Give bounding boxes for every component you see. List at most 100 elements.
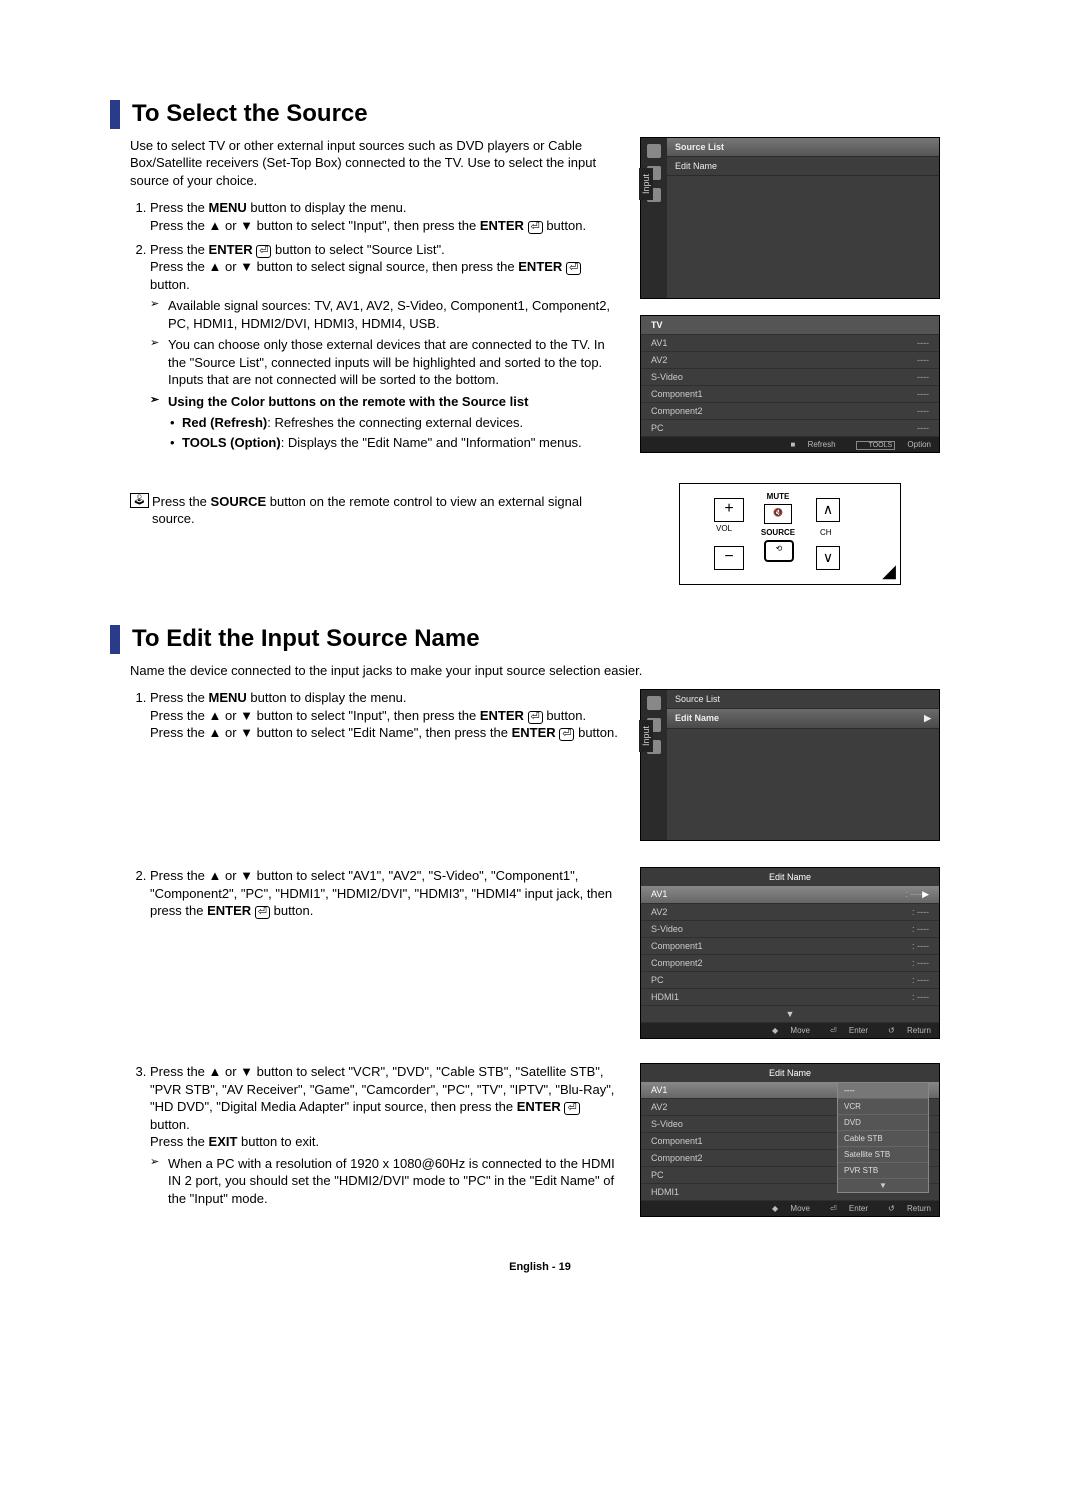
icon-column xyxy=(641,690,667,840)
mute-label: MUTE xyxy=(760,492,796,502)
step-2: Press the ▲ or ▼ button to select "AV1",… xyxy=(150,867,620,920)
list-item[interactable]: AV1: ----▶ xyxy=(641,886,939,904)
panel-title: Edit Name xyxy=(641,868,939,886)
list-item[interactable]: Component2: ---- xyxy=(641,955,939,972)
section-heading: To Edit the Input Source Name xyxy=(110,625,970,654)
remote-corner: ◢ xyxy=(882,561,896,582)
exit-label: EXIT xyxy=(209,1134,238,1149)
text: button to display the menu. xyxy=(247,200,407,215)
list-item[interactable]: AV2: ---- xyxy=(641,904,939,921)
enter-icon: ⏎ xyxy=(256,245,271,258)
note: Using the Color buttons on the remote wi… xyxy=(150,393,620,411)
list-item[interactable]: AV2---- xyxy=(641,352,939,369)
vol-up-button[interactable]: + xyxy=(714,498,744,522)
vol-down-button[interactable]: − xyxy=(714,546,744,570)
text: Press the ▲ or ▼ button to select "Input… xyxy=(150,218,480,233)
menu-item[interactable]: Edit Name▶ xyxy=(667,709,939,729)
vol-label: VOL xyxy=(716,524,732,533)
text: : Refreshes the connecting external devi… xyxy=(267,415,523,430)
footer-bar: ■ Refresh TOOLS Option xyxy=(641,437,939,452)
enter-icon: ⏎ xyxy=(564,1102,579,1115)
text: Press the ▲ or ▼ button to select signal… xyxy=(150,259,518,274)
source-label: SOURCE xyxy=(758,528,798,538)
source-button[interactable]: ⟲ xyxy=(764,540,794,562)
chevron-right-icon: ▶ xyxy=(924,713,931,724)
enter-label: ENTER xyxy=(518,259,562,274)
page-footer: English - 19 xyxy=(110,1261,970,1273)
label: TV xyxy=(651,320,929,330)
list-item[interactable]: HDMI1: ---- xyxy=(641,989,939,1006)
edit-name-popup-screenshot: Edit Name AV1AV2S-VideoComponent1Compone… xyxy=(640,1063,940,1217)
text: Press the xyxy=(150,242,209,257)
tools-hint: TOOLS Option xyxy=(846,440,931,449)
note: When a PC with a resolution of 1920 x 10… xyxy=(150,1155,620,1208)
tab-label: Input xyxy=(639,168,653,200)
text: Press the ▲ or ▼ button to select "Edit … xyxy=(150,725,512,740)
menu-item[interactable]: Source List xyxy=(667,690,939,709)
ch-up-button[interactable]: ∧ xyxy=(816,498,840,522)
popup-option[interactable]: VCR xyxy=(838,1099,928,1115)
list-item[interactable]: PC---- xyxy=(641,420,939,437)
menu-item[interactable]: Source List xyxy=(667,138,939,157)
text: Press the xyxy=(150,690,209,705)
note: You can choose only those external devic… xyxy=(150,336,620,389)
ch-down-button[interactable]: ∨ xyxy=(816,546,840,570)
bullet: TOOLS (Option): Displays the "Edit Name"… xyxy=(168,434,620,452)
remote-note: 🕹 Press the SOURCE button on the remote … xyxy=(130,493,620,528)
enter-icon: ⏎ xyxy=(528,711,543,724)
list-item[interactable]: Component1: ---- xyxy=(641,938,939,955)
enter-label: ENTER xyxy=(517,1099,561,1114)
enter-icon: ⏎ xyxy=(255,906,270,919)
note: Available signal sources: TV, AV1, AV2, … xyxy=(150,297,620,332)
return-hint: ↺ Return xyxy=(878,1204,931,1213)
intro-text: Use to select TV or other external input… xyxy=(130,137,610,190)
source-list-screenshot: TV AV1----AV2----S-Video----Component1--… xyxy=(640,315,940,453)
list-item[interactable]: AV1---- xyxy=(641,335,939,352)
enter-label: ENTER xyxy=(209,242,253,257)
list-item[interactable]: Component2---- xyxy=(641,403,939,420)
popup-option[interactable]: Cable STB xyxy=(838,1131,928,1147)
menu-label: MENU xyxy=(209,690,247,705)
scroll-down-arrow[interactable]: ▼ xyxy=(641,1006,939,1023)
list-header[interactable]: TV xyxy=(641,316,939,335)
options-popup: ----VCRDVDCable STBSatellite STBPVR STB … xyxy=(837,1082,929,1193)
list-item[interactable]: Component1---- xyxy=(641,386,939,403)
menu-item[interactable]: Edit Name xyxy=(667,157,939,176)
enter-icon: ⏎ xyxy=(566,262,581,275)
tv-menu-screenshot: Input Source List Edit Name xyxy=(640,137,940,299)
popup-option[interactable]: Satellite STB xyxy=(838,1147,928,1163)
text: button to exit. xyxy=(237,1134,319,1149)
popup-option[interactable]: DVD xyxy=(838,1115,928,1131)
intro-text: Name the device connected to the input j… xyxy=(130,662,830,680)
enter-label: ENTER xyxy=(480,708,524,723)
text: button. xyxy=(543,708,586,723)
scroll-down-arrow[interactable]: ▼ xyxy=(838,1179,928,1192)
list-item[interactable]: S-Video---- xyxy=(641,369,939,386)
mute-button[interactable]: 🔇 xyxy=(764,504,792,524)
popup-option[interactable]: ---- xyxy=(838,1083,928,1099)
enter-hint: ⏎ Enter xyxy=(820,1026,868,1035)
text: button to select "Source List". xyxy=(271,242,444,257)
text: button. xyxy=(150,1117,190,1132)
enter-icon: ⏎ xyxy=(559,728,574,741)
enter-label: ENTER xyxy=(207,903,251,918)
list-item[interactable]: S-Video: ---- xyxy=(641,921,939,938)
label: Red (Refresh) xyxy=(182,415,267,430)
step-2: Press the ENTER ⏎ button to select "Sour… xyxy=(150,241,620,452)
gear-icon xyxy=(647,144,661,158)
source-label: SOURCE xyxy=(211,494,267,509)
remote-diagram: + − VOL MUTE 🔇 SOURCE ⟲ ∧ ∨ CH ◢ xyxy=(679,483,901,585)
list-item[interactable]: PC: ---- xyxy=(641,972,939,989)
move-hint: ◆ Move xyxy=(762,1026,810,1035)
step-1: Press the MENU button to display the men… xyxy=(150,199,620,234)
step-3: Press the ▲ or ▼ button to select "VCR",… xyxy=(150,1063,620,1207)
panel-title: Edit Name xyxy=(641,1064,939,1082)
step-1: Press the MENU button to display the men… xyxy=(150,689,620,742)
footer-bar: ◆ Move ⏎ Enter ↺ Return xyxy=(641,1023,939,1038)
text: Press the xyxy=(150,1134,209,1149)
popup-option[interactable]: PVR STB xyxy=(838,1163,928,1179)
ch-label: CH xyxy=(820,528,832,537)
text: : Displays the "Edit Name" and "Informat… xyxy=(281,435,582,450)
enter-label: ENTER xyxy=(480,218,524,233)
label: TOOLS (Option) xyxy=(182,435,281,450)
